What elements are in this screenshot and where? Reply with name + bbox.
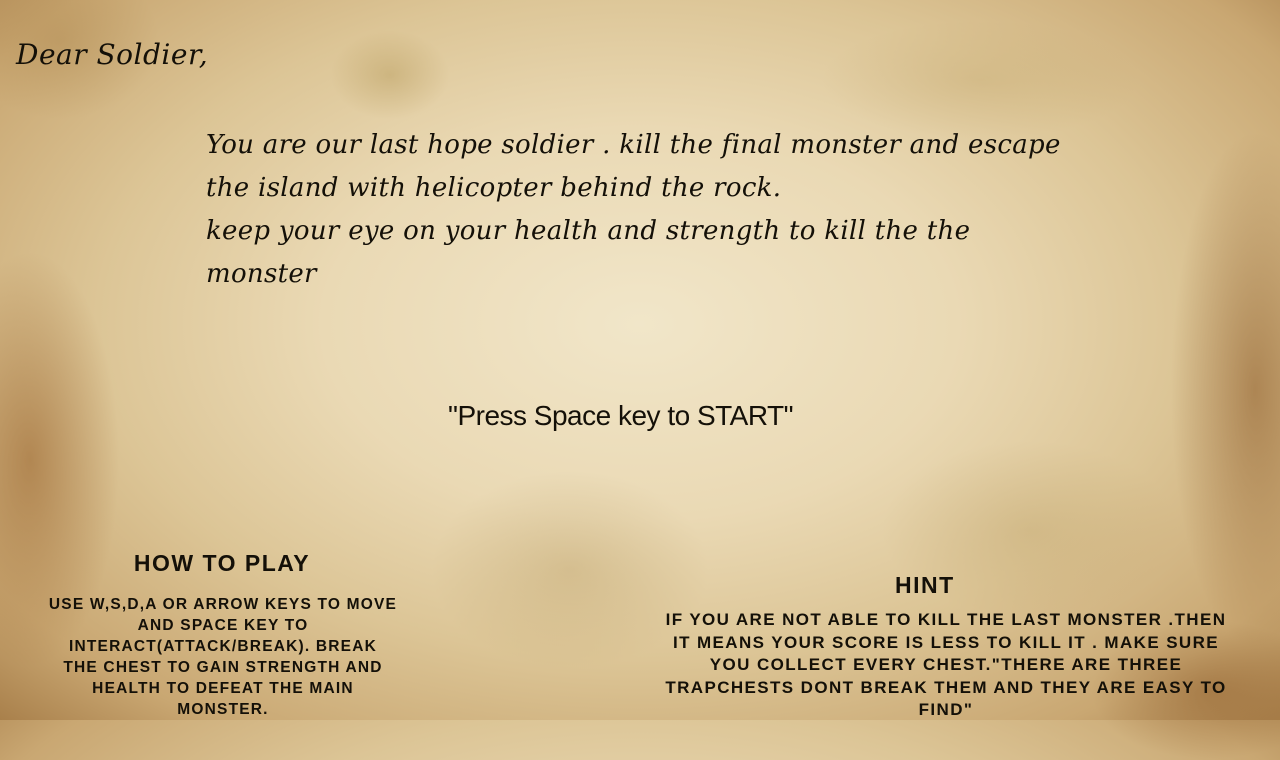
parchment-stain	[820, 20, 1140, 140]
letter-line: keep your eye on your health and strengt…	[206, 216, 971, 246]
parchment-stain	[330, 30, 450, 120]
hint-line: IT MEANS YOUR SCORE IS LESS TO KILL IT .…	[672, 632, 1220, 652]
instruction-line: HEALTH TO DEFEAT THE MAIN	[92, 680, 354, 697]
hint-line: FIND"	[918, 700, 974, 719]
how-to-play-instructions: USE W,S,D,A OR ARROW KEYS TO MOVE AND SP…	[18, 594, 428, 720]
instruction-line: MONSTER.	[177, 701, 269, 718]
hint-line: YOU COLLECT EVERY CHEST."THERE ARE THREE	[709, 655, 1183, 674]
parchment-stain	[1170, 130, 1280, 650]
letter-greeting: Dear Soldier,	[16, 38, 209, 71]
hint-line: IF YOU ARE NOT ABLE TO KILL THE LAST MON…	[665, 610, 1227, 629]
hint-text: IF YOU ARE NOT ABLE TO KILL THE LAST MON…	[636, 609, 1256, 722]
letter-line: monster	[206, 259, 317, 289]
hint-line: TRAPCHESTS DONT BREAK THEM AND THEY ARE …	[665, 677, 1227, 697]
instruction-line: AND SPACE KEY TO	[137, 617, 309, 634]
instruction-line: USE W,S,D,A OR ARROW KEYS TO MOVE	[48, 596, 398, 613]
hint-title: HINT	[895, 572, 955, 598]
letter-body: You are our last hope soldier . kill the…	[206, 124, 1106, 296]
how-to-play-title: HOW TO PLAY	[133, 550, 311, 576]
instruction-line: THE CHEST TO GAIN STRENGTH AND	[63, 659, 383, 676]
instruction-line: INTERACT(ATTACK/BREAK). BREAK	[68, 638, 378, 655]
letter-line: the island with helicopter behind the ro…	[206, 173, 782, 203]
letter-line: You are our last hope soldier . kill the…	[206, 130, 1061, 160]
start-prompt: "Press Space key to START"	[448, 400, 794, 431]
